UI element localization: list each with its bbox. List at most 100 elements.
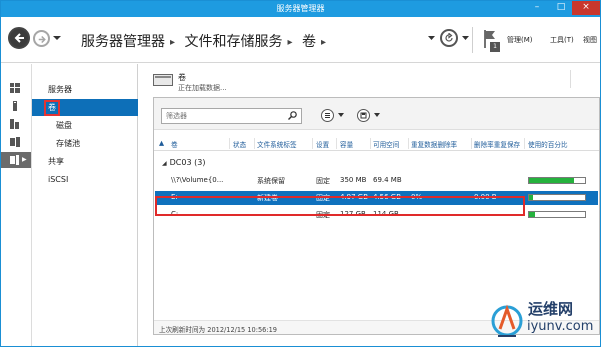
- cell-fs-label: 系统保留: [257, 177, 285, 185]
- server-manager-window: 服务器管理器 – □ × 服务器管理器 ▸ 文件和存储服务 ▸ 卷 ▸ 1 管理…: [0, 0, 601, 347]
- table-row[interactable]: \\?\Volume{0... 系统保留 固定 350 MB 69.4 MB: [155, 174, 598, 188]
- save-query-button[interactable]: [357, 109, 389, 123]
- usage-bar-fill: [529, 195, 534, 200]
- cell-dedup-rate: 0%: [411, 193, 423, 201]
- column-free-space[interactable]: 可用空间: [373, 139, 399, 149]
- group-name: DC03: [169, 158, 192, 167]
- column-divider: [229, 138, 230, 149]
- refresh-button[interactable]: [440, 29, 458, 47]
- local-server-icon: [13, 101, 17, 111]
- back-button[interactable]: [8, 27, 30, 49]
- chevron-right-icon: ▶: [22, 156, 27, 163]
- table-row[interactable]: C: 固定 127 GB 114 GB: [155, 208, 598, 222]
- column-volume[interactable]: 卷: [171, 139, 178, 149]
- view-menu[interactable]: 视图: [583, 35, 597, 45]
- watermark-en: iyunv.com: [527, 319, 594, 334]
- column-divider: [312, 138, 313, 149]
- watermark-cn: 运维网: [528, 300, 574, 318]
- cell-free-space: 69.4 MB: [373, 176, 402, 184]
- manage-menu[interactable]: 管理(M): [507, 35, 533, 45]
- cell-capacity: 350 MB: [340, 176, 367, 184]
- cell-provisioning: 固定: [316, 177, 330, 185]
- column-divider: [254, 138, 255, 149]
- breadcrumb-volumes[interactable]: 卷: [302, 34, 316, 50]
- cell-volume: C:: [171, 210, 179, 218]
- minimize-button[interactable]: –: [526, 1, 548, 15]
- cell-dedup-savings: 0.00 B: [474, 193, 497, 201]
- icon-rail: ▶: [1, 64, 32, 346]
- site-logo-icon: [491, 304, 523, 337]
- volume-icon: [153, 74, 173, 86]
- search-icon[interactable]: [288, 111, 297, 120]
- column-capacity[interactable]: 容量: [340, 139, 353, 149]
- nav-item-servers[interactable]: 服务器: [32, 81, 138, 98]
- table-row-selected[interactable]: E: 新建卷 固定 4.97 GB 4.56 GB 0% 0.00 B: [155, 191, 598, 205]
- file-services-icon: [10, 137, 20, 147]
- column-provisioning[interactable]: 设置: [316, 139, 329, 149]
- nav-item-iscsi[interactable]: iSCSI: [32, 171, 138, 188]
- window-title: 服务器管理器: [276, 4, 325, 13]
- chevron-down-icon: [338, 113, 344, 117]
- notification-count-badge: 1: [490, 42, 500, 52]
- save-icon: [357, 109, 370, 122]
- cell-capacity: 127 GB: [340, 210, 366, 218]
- header-divider: [472, 27, 473, 53]
- chevron-down-icon[interactable]: [462, 36, 469, 41]
- close-button[interactable]: ×: [572, 1, 600, 15]
- column-divider: [370, 138, 371, 149]
- usage-bar: [528, 177, 586, 184]
- server-group-header[interactable]: ◢ DC03 (3): [162, 158, 205, 167]
- last-refresh-text: 上次刷新时间为 2012/12/15 10:56:19: [159, 326, 277, 334]
- cell-free-space: 4.56 GB: [373, 193, 402, 201]
- column-dedup-rate[interactable]: 重复数据删除率: [411, 139, 457, 149]
- filter-input[interactable]: [161, 108, 302, 124]
- maximize-button[interactable]: □: [550, 1, 572, 15]
- breadcrumb-separator: ▸: [170, 37, 176, 48]
- nav-item-volumes[interactable]: 卷: [32, 99, 138, 116]
- breadcrumb-server-manager[interactable]: 服务器管理器: [81, 34, 165, 50]
- cell-provisioning: 固定: [316, 194, 330, 202]
- list-options-button[interactable]: [321, 109, 353, 123]
- rail-local-server[interactable]: [1, 98, 31, 114]
- column-status[interactable]: 状态: [233, 139, 246, 149]
- breadcrumb-separator: ▸: [320, 37, 326, 48]
- forward-button[interactable]: [33, 30, 50, 47]
- file-storage-icon: [10, 155, 19, 165]
- column-percent-used[interactable]: 使用的百分比: [528, 139, 568, 149]
- rail-all-servers[interactable]: [1, 116, 31, 132]
- nav-item-label: 卷: [44, 100, 60, 116]
- cell-fs-label: 新建卷: [257, 194, 278, 202]
- back-arrow-icon: [14, 33, 24, 43]
- sort-ascending-icon: ▲: [159, 139, 165, 147]
- cell-provisioning: 固定: [316, 211, 330, 219]
- usage-bar-fill: [529, 212, 535, 217]
- tools-menu[interactable]: 工具(T): [550, 35, 574, 45]
- nav-item-disks[interactable]: 磁盘: [32, 117, 138, 134]
- column-divider: [408, 138, 409, 149]
- breadcrumb-file-storage[interactable]: 文件和存储服务: [184, 34, 282, 50]
- nav-item-storage-pools[interactable]: 存储池: [32, 135, 138, 152]
- history-dropdown-icon[interactable]: [53, 34, 61, 42]
- tasks-area: [570, 70, 600, 88]
- watermark: 运维网 iyunv.com: [490, 296, 600, 346]
- cell-capacity: 4.97 GB: [340, 193, 369, 201]
- chevron-down-icon[interactable]: [428, 36, 435, 41]
- nav-item-shares[interactable]: 共享: [32, 153, 138, 170]
- group-count: (3): [194, 158, 206, 167]
- column-headers: ▲ 卷 状态 文件系统标签 设置 容量 可用空间 重复数据删除率 删除率重复保存…: [154, 137, 599, 151]
- column-fs-label[interactable]: 文件系统标签: [257, 139, 297, 149]
- loading-status: 正在加载数据...: [178, 84, 227, 92]
- collapse-caret-icon[interactable]: ◢: [162, 160, 167, 167]
- breadcrumb-separator: ▸: [287, 37, 293, 48]
- cell-volume: E:: [171, 193, 178, 201]
- forward-arrow-icon: [38, 35, 46, 44]
- column-dedup-savings[interactable]: 删除率重复保存: [474, 139, 520, 149]
- cell-volume: \\?\Volume{0...: [171, 176, 224, 184]
- rail-file-services[interactable]: [1, 134, 31, 150]
- column-divider: [471, 138, 472, 149]
- usage-bar: [528, 194, 586, 201]
- rail-file-storage[interactable]: ▶: [1, 152, 31, 168]
- usage-bar: [528, 211, 586, 218]
- breadcrumb: 服务器管理器 ▸ 文件和存储服务 ▸ 卷 ▸: [81, 31, 331, 51]
- rail-dashboard[interactable]: [1, 80, 31, 96]
